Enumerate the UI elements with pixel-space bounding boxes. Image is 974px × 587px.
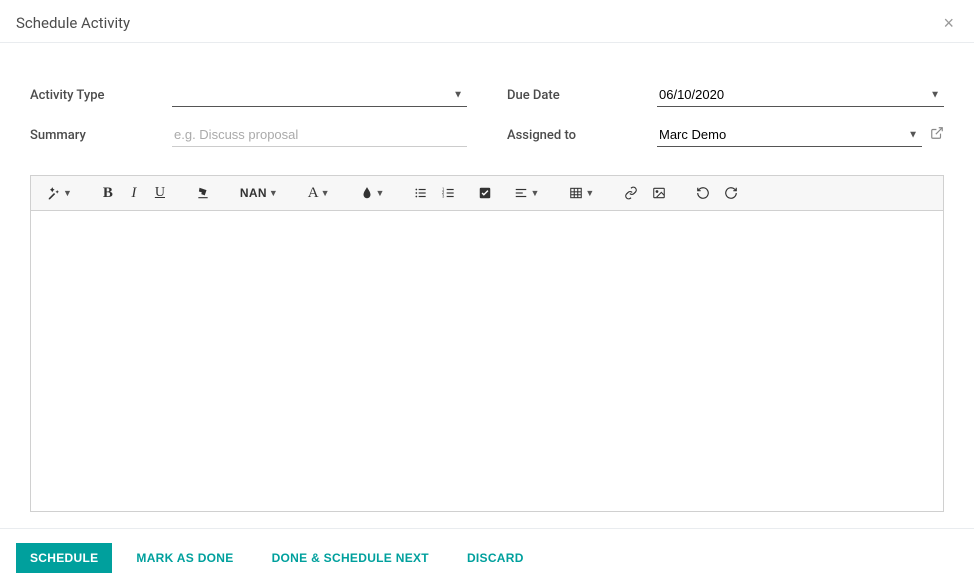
due-date-row: Due Date ▼ xyxy=(507,83,944,107)
activity-type-field: ▼ xyxy=(172,83,467,107)
summary-input[interactable] xyxy=(172,123,467,147)
redo-button[interactable] xyxy=(718,180,744,206)
mark-as-done-button[interactable]: Mark as Done xyxy=(122,543,247,573)
font-family-button[interactable]: A ▼ xyxy=(302,180,336,206)
svg-text:3: 3 xyxy=(442,194,445,199)
discard-button[interactable]: Discard xyxy=(453,543,538,573)
form-grid: Activity Type ▼ Due Date ▼ Summary xyxy=(30,83,944,147)
underline-button[interactable]: U xyxy=(148,180,172,206)
clear-format-button[interactable] xyxy=(190,180,216,206)
ordered-list-button[interactable]: 123 xyxy=(436,180,462,206)
editor-toolbar: ▼ B I U NAN ▼ A ▼ xyxy=(31,176,943,211)
text-color-button[interactable]: ▼ xyxy=(354,180,391,206)
table-button[interactable]: ▼ xyxy=(563,180,600,206)
caret-down-icon: ▼ xyxy=(321,188,330,198)
summary-label: Summary xyxy=(30,128,172,143)
assigned-to-field: ▼ xyxy=(657,123,922,147)
done-schedule-next-button[interactable]: Done & Schedule Next xyxy=(258,543,443,573)
checklist-button[interactable] xyxy=(472,180,498,206)
modal-body: Activity Type ▼ Due Date ▼ Summary xyxy=(0,43,974,517)
italic-button[interactable]: I xyxy=(122,180,146,206)
due-date-field: ▼ xyxy=(657,83,944,107)
caret-down-icon: ▼ xyxy=(530,188,539,198)
activity-type-row: Activity Type ▼ xyxy=(30,83,467,107)
modal-footer: Schedule Mark as Done Done & Schedule Ne… xyxy=(0,528,974,587)
modal-body-scroll[interactable]: Activity Type ▼ Due Date ▼ Summary xyxy=(0,43,974,517)
font-size-button[interactable]: NAN ▼ xyxy=(234,180,284,206)
magic-wand-button[interactable]: ▼ xyxy=(41,180,78,206)
image-button[interactable] xyxy=(646,180,672,206)
modal-header: Schedule Activity × xyxy=(0,0,974,43)
due-date-label: Due Date xyxy=(507,88,657,103)
assigned-to-row: Assigned to ▼ xyxy=(507,123,944,147)
link-button[interactable] xyxy=(618,180,644,206)
external-link-icon[interactable] xyxy=(930,126,944,144)
schedule-button[interactable]: Schedule xyxy=(16,543,112,573)
activity-type-input[interactable] xyxy=(172,83,467,107)
assigned-to-input[interactable] xyxy=(657,123,922,147)
bold-button[interactable]: B xyxy=(96,180,120,206)
assigned-to-label: Assigned to xyxy=(507,128,657,143)
caret-down-icon: ▼ xyxy=(376,188,385,198)
summary-field xyxy=(172,123,467,147)
unordered-list-button[interactable] xyxy=(408,180,434,206)
rich-text-editor: ▼ B I U NAN ▼ A ▼ xyxy=(30,175,944,512)
editor-content-area[interactable] xyxy=(31,211,943,511)
close-button[interactable]: × xyxy=(939,14,958,32)
caret-down-icon: ▼ xyxy=(63,188,72,198)
caret-down-icon: ▼ xyxy=(585,188,594,198)
due-date-input[interactable] xyxy=(657,83,944,107)
summary-row: Summary xyxy=(30,123,467,147)
undo-button[interactable] xyxy=(690,180,716,206)
caret-down-icon: ▼ xyxy=(269,188,278,198)
align-button[interactable]: ▼ xyxy=(508,180,545,206)
activity-type-label: Activity Type xyxy=(30,88,172,103)
modal-title: Schedule Activity xyxy=(16,14,130,32)
